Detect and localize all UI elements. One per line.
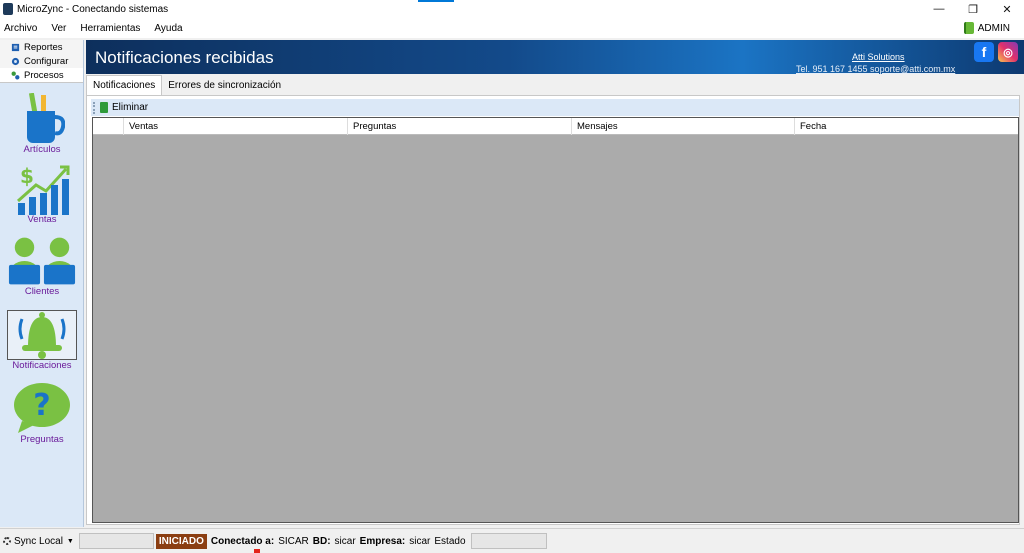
- connected-label: Conectado a:: [210, 535, 275, 547]
- module-label: Artículos: [23, 144, 61, 155]
- sidebar-tabs: Reportes Configurar Procesos: [0, 40, 83, 83]
- user-book-icon: [963, 22, 974, 34]
- tab-notificaciones[interactable]: Notificaciones: [86, 75, 163, 98]
- module-clientes[interactable]: Clientes: [0, 236, 84, 297]
- column-fecha[interactable]: Fecha: [795, 118, 1018, 135]
- status-badge: INICIADO: [155, 533, 207, 549]
- module-notificaciones[interactable]: Notificaciones: [0, 310, 84, 371]
- company-label: Empresa:: [359, 535, 406, 547]
- svg-text:$: $: [20, 164, 34, 188]
- process-icon: [11, 71, 20, 79]
- grid-row-header-column: [93, 118, 124, 135]
- articles-icon: [27, 93, 65, 143]
- page-title: Notificaciones recibidas: [95, 48, 274, 67]
- module-label: Ventas: [27, 214, 57, 225]
- progress-box: [78, 533, 154, 549]
- sync-spinner-icon: [3, 537, 11, 545]
- dropdown-arrow-icon: ▼: [66, 537, 74, 545]
- menu-herramientas[interactable]: Herramientas: [80, 23, 140, 34]
- window-title: MicroZync - Conectando sistemas: [17, 3, 169, 15]
- module-ventas[interactable]: $ Ventas: [0, 164, 84, 225]
- sync-dropdown[interactable]: Sync Local ▼: [3, 536, 74, 547]
- sidebar-tab-configurar[interactable]: Configurar: [0, 54, 83, 68]
- sidebar-tab-label: Reportes: [24, 41, 63, 53]
- app-icon: [3, 3, 13, 15]
- tab-strip: Notificaciones Errores de sincronización: [86, 75, 287, 98]
- column-mensajes[interactable]: Mensajes: [572, 118, 795, 135]
- instagram-icon[interactable]: ◎: [998, 42, 1018, 62]
- column-ventas[interactable]: Ventas: [124, 118, 348, 135]
- bell-icon: [18, 312, 66, 359]
- module-label: Notificaciones: [12, 360, 72, 371]
- trash-icon: [100, 102, 108, 113]
- sync-label: Sync Local: [14, 535, 63, 547]
- tab-label: Errores de sincronización: [168, 79, 282, 91]
- sidebar-tab-reportes[interactable]: Reportes: [0, 40, 83, 54]
- status-bar: Sync Local ▼ INICIADO Conectado a: SICAR…: [0, 528, 1024, 553]
- module-icon-box: [7, 236, 77, 286]
- menu-ver[interactable]: Ver: [51, 23, 66, 34]
- minimize-button[interactable]: —: [922, 0, 956, 18]
- contact-link[interactable]: Tel. 951 167 1455 soporte@atti.com.mx: [796, 64, 955, 74]
- module-preguntas[interactable]: ? Preguntas: [0, 383, 84, 445]
- restore-button[interactable]: ❐: [956, 0, 990, 18]
- tab-label: Notificaciones: [93, 80, 156, 91]
- module-label: Preguntas: [20, 434, 64, 445]
- estado-label: Estado: [434, 535, 466, 547]
- module-label: Clientes: [24, 286, 60, 297]
- db-label: BD:: [312, 535, 331, 547]
- db-value: sicar: [334, 535, 356, 547]
- column-preguntas[interactable]: Preguntas: [348, 118, 572, 135]
- sales-chart-icon: $: [17, 164, 70, 215]
- module-icon-box: ?: [7, 383, 77, 434]
- notifications-grid[interactable]: Ventas Preguntas Mensajes Fecha: [92, 117, 1019, 523]
- title-accent: [418, 0, 454, 2]
- delete-button[interactable]: Eliminar: [95, 102, 148, 113]
- customers-icon: [8, 237, 76, 285]
- user-name: ADMIN: [977, 22, 1010, 34]
- facebook-icon[interactable]: f: [974, 42, 994, 62]
- sidebar-tab-procesos[interactable]: Procesos: [0, 68, 83, 82]
- connected-value: SICAR: [278, 535, 309, 547]
- svg-text:?: ?: [33, 388, 50, 423]
- module-articulos[interactable]: Artículos: [0, 93, 84, 155]
- menu-bar: Archivo Ver Herramientas Ayuda ADMIN: [0, 18, 1024, 38]
- window-controls: — ❐ ✕: [922, 0, 1024, 18]
- tab-content: Eliminar Ventas Preguntas Mensajes Fecha: [86, 95, 1020, 525]
- toolbar: Eliminar: [91, 99, 1019, 116]
- user-menu[interactable]: ADMIN: [963, 20, 1010, 36]
- report-icon: [11, 43, 20, 51]
- menu-ayuda[interactable]: Ayuda: [154, 23, 182, 34]
- settings-icon: [11, 57, 20, 65]
- title-bar: MicroZync - Conectando sistemas — ❐ ✕: [0, 0, 1024, 18]
- menu-archivo[interactable]: Archivo: [4, 23, 37, 34]
- module-icon-box: [7, 310, 77, 360]
- company-link[interactable]: Atti Solutions: [852, 52, 905, 62]
- delete-label: Eliminar: [112, 102, 149, 113]
- close-button[interactable]: ✕: [990, 0, 1024, 18]
- grid-header: Ventas Preguntas Mensajes Fecha: [93, 118, 1018, 135]
- company-value: sicar: [409, 535, 431, 547]
- sidebar: Reportes Configurar Procesos Artículos $: [0, 40, 84, 527]
- question-icon: ?: [14, 383, 70, 433]
- sidebar-tab-label: Procesos: [24, 69, 64, 81]
- main-panel: Notificaciones recibidas Atti Solutions …: [86, 40, 1024, 527]
- header-banner: Notificaciones recibidas Atti Solutions …: [86, 40, 1024, 74]
- taskbar-marker: [254, 549, 260, 553]
- tab-errores-sincronizacion[interactable]: Errores de sincronización: [162, 75, 287, 98]
- sidebar-tab-label: Configurar: [24, 55, 69, 67]
- estado-box: [470, 533, 547, 549]
- module-icon-box: $: [7, 164, 77, 215]
- module-icon-box: [7, 93, 77, 144]
